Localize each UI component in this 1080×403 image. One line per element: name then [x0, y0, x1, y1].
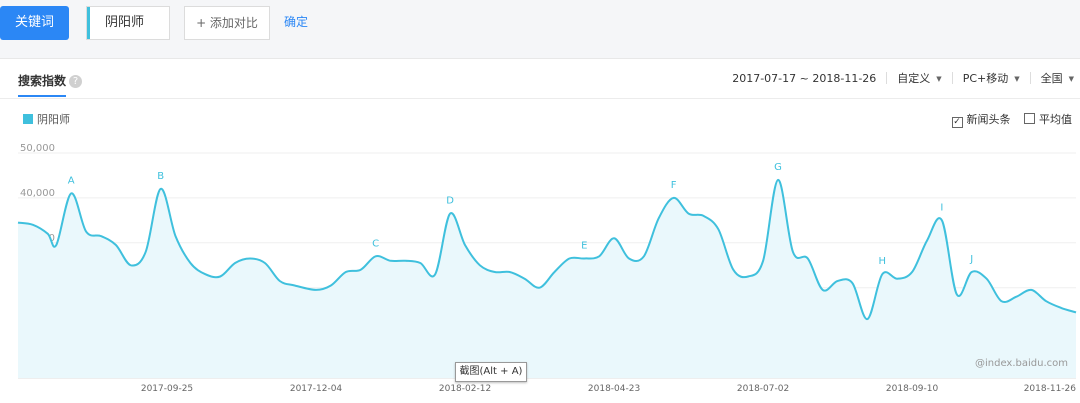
annotation-label: G [774, 162, 782, 173]
x-tick-label: 2018-11-26 [1024, 384, 1077, 394]
watermark: @index.baidu.com [974, 358, 1068, 369]
series-area [18, 179, 1076, 378]
annotation-label: D [446, 196, 454, 207]
x-tick-label: 2017-12-04 [290, 384, 343, 394]
x-tick-label: 2017-09-25 [141, 384, 193, 394]
x-tick-label: 2018-02-12 [439, 384, 491, 394]
y-tick-label: 40,000 [20, 188, 55, 199]
annotation-label: J [969, 254, 973, 265]
annotation-label: H [879, 256, 887, 267]
x-tick-label: 2018-09-10 [886, 384, 939, 394]
search-index-chart: 10,00020,00030,00040,00050,0002017-09-25… [17, 143, 1077, 394]
annotation-label: E [581, 241, 587, 252]
annotation-label: I [940, 202, 943, 213]
screenshot-tooltip: 截图(Alt + A) [455, 362, 527, 382]
x-tick-label: 2018-04-23 [588, 384, 640, 394]
annotation-label: A [68, 175, 75, 186]
annotation-label: C [372, 238, 379, 249]
annotation-label: B [157, 171, 164, 182]
annotation-label: F [671, 180, 677, 191]
x-tick-label: 2018-07-02 [737, 384, 789, 394]
y-tick-label: 50,000 [20, 143, 55, 154]
